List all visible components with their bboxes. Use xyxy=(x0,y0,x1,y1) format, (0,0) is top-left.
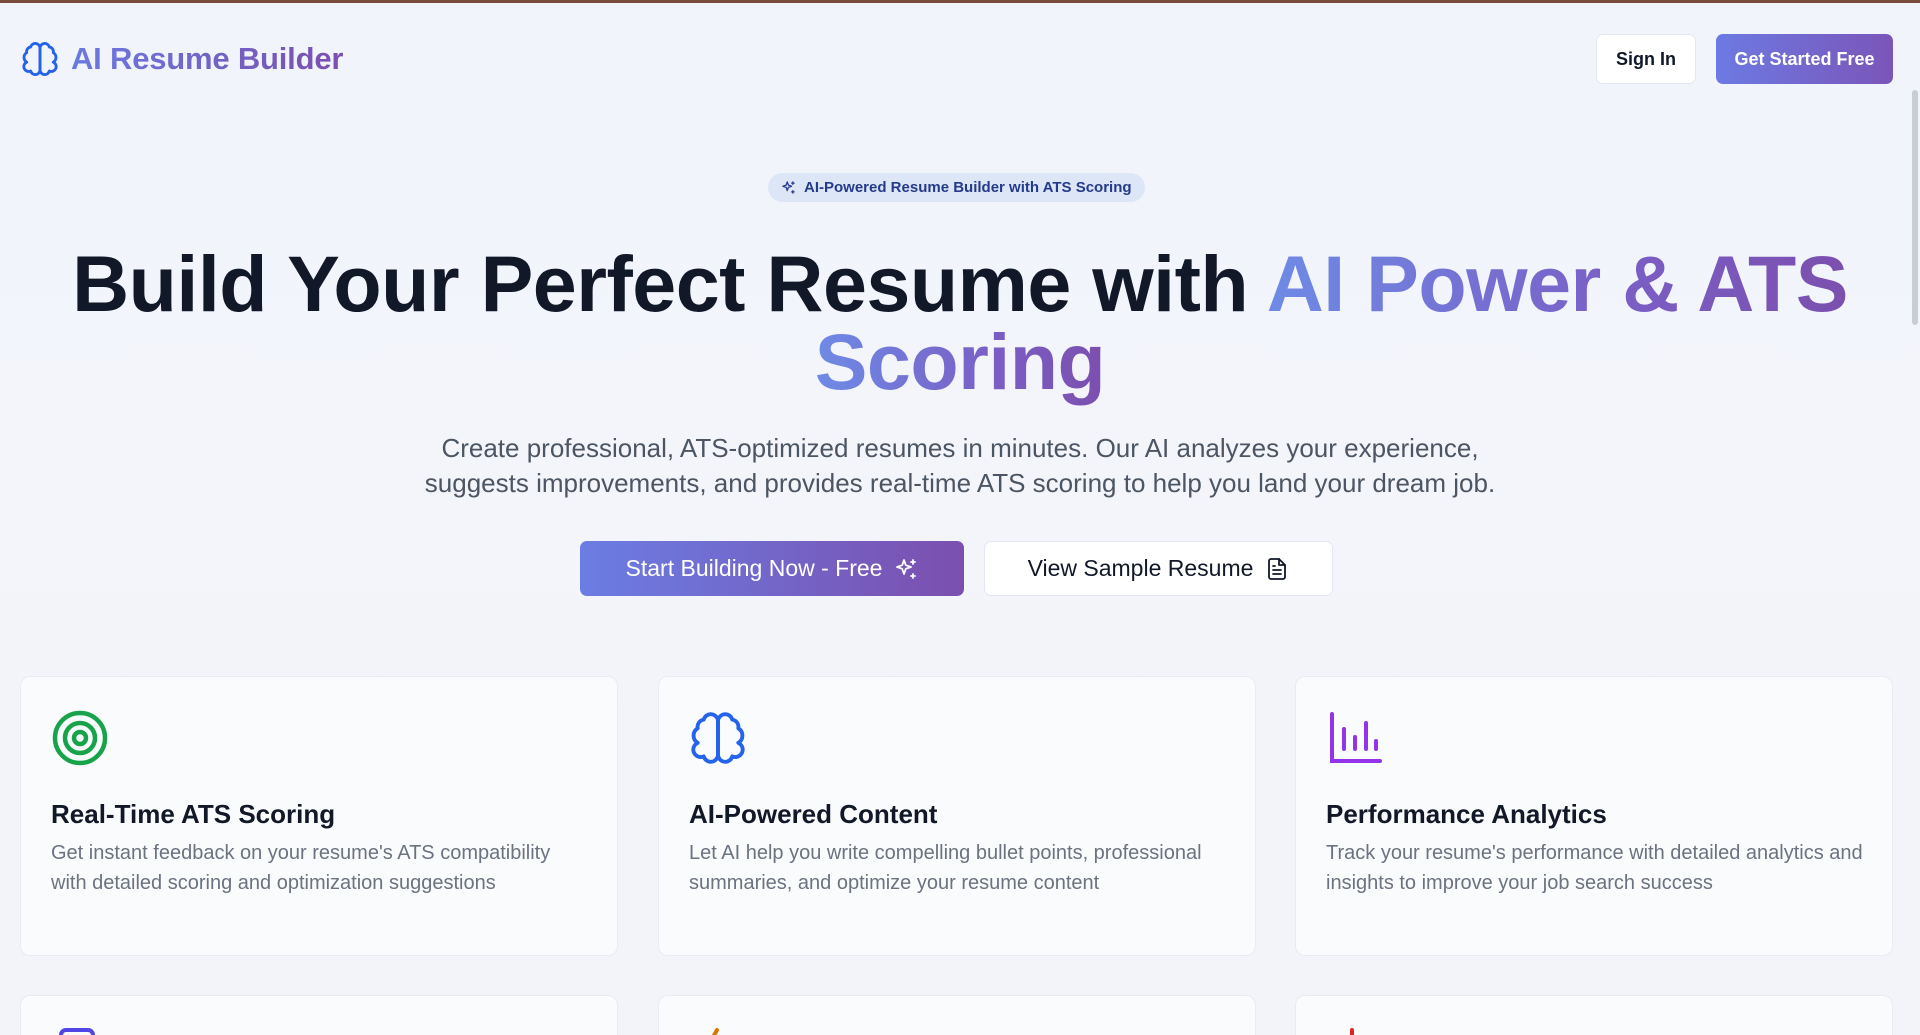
brain-icon xyxy=(689,709,747,767)
document-icon xyxy=(57,1026,97,1035)
hero-subtitle: Create professional, ATS-optimized resum… xyxy=(360,431,1560,501)
shield-icon xyxy=(1332,1026,1372,1035)
hero-subtitle-line1: Create professional, ATS-optimized resum… xyxy=(441,433,1479,463)
lightning-icon xyxy=(695,1026,735,1035)
page-scrollbar[interactable] xyxy=(1912,90,1918,325)
brand-name: AI Resume Builder xyxy=(71,41,344,76)
landing-page: AI Resume Builder Sign In Get Started Fr… xyxy=(0,0,1920,1035)
hero-title: Build Your Perfect Resume with AI Power … xyxy=(0,244,1920,401)
brand-logo[interactable]: AI Resume Builder xyxy=(21,40,343,78)
target-icon xyxy=(51,709,109,767)
feature-card-ats-scoring: Real-Time ATS Scoring Get instant feedba… xyxy=(20,676,618,956)
feature-card-ai-content: AI-Powered Content Let AI help you write… xyxy=(658,676,1256,956)
feature-title: AI-Powered Content xyxy=(689,799,938,829)
feature-card-row2-2 xyxy=(658,995,1256,1035)
feature-description: Track your resume's performance with det… xyxy=(1326,842,1863,894)
hero-subtitle-line2: suggests improvements, and provides real… xyxy=(424,468,1496,498)
hero-title-plain: Build Your Perfect Resume with xyxy=(72,239,1267,328)
feature-title: Real-Time ATS Scoring xyxy=(51,799,336,829)
site-header: AI Resume Builder Sign In Get Started Fr… xyxy=(0,3,1920,115)
view-sample-resume-button[interactable]: View Sample Resume xyxy=(984,541,1333,596)
hero-badge: AI-Powered Resume Builder with ATS Scori… xyxy=(768,173,1145,202)
document-icon xyxy=(1265,557,1289,581)
hero-title-accent: AI Power & ATS xyxy=(1266,239,1849,328)
hero-title-accent-line2: Scoring xyxy=(814,317,1106,406)
start-building-button[interactable]: Start Building Now - Free xyxy=(580,541,964,596)
start-building-label: Start Building Now - Free xyxy=(625,555,883,581)
sparkles-icon xyxy=(781,180,796,195)
bar-chart-icon xyxy=(1326,709,1384,767)
sign-in-button[interactable]: Sign In xyxy=(1596,34,1696,84)
feature-description: Let AI help you write compelling bullet … xyxy=(689,842,1202,894)
brain-icon xyxy=(21,40,59,78)
get-started-free-button[interactable]: Get Started Free xyxy=(1716,34,1893,84)
sparkles-icon xyxy=(894,557,918,581)
feature-card-analytics: Performance Analytics Track your resume'… xyxy=(1295,676,1893,956)
feature-description: Get instant feedback on your resume's AT… xyxy=(51,842,551,894)
hero-badge-text: AI-Powered Resume Builder with ATS Scori… xyxy=(804,179,1132,196)
feature-card-row2-1 xyxy=(20,995,618,1035)
view-sample-label: View Sample Resume xyxy=(1027,555,1254,581)
feature-card-row2-3 xyxy=(1295,995,1893,1035)
feature-title: Performance Analytics xyxy=(1326,799,1607,829)
